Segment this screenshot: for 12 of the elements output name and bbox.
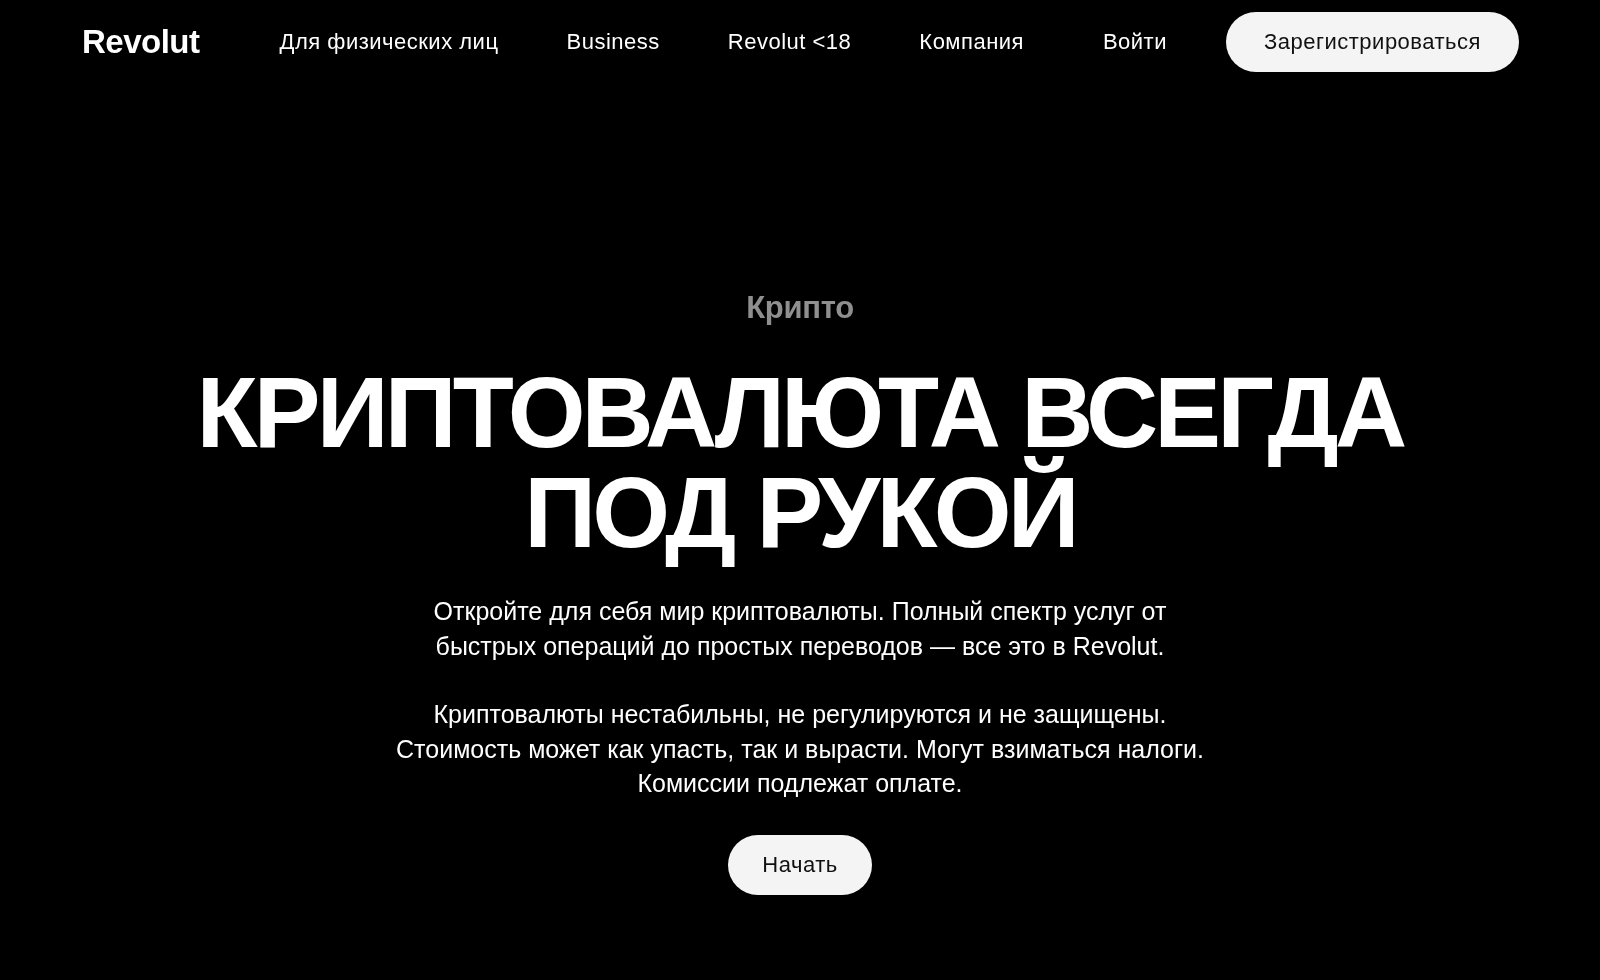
- logo[interactable]: Revolut: [82, 23, 200, 61]
- login-link[interactable]: Войти: [1102, 29, 1167, 55]
- description-text: Откройте для себя мир криптовалюты. Полный спектр услуг от быстрых операций до простых переводов — все это в Revolut.: [432, 596, 1168, 662]
- start-button[interactable]: Начать: [728, 834, 872, 895]
- section-label: Крипто: [746, 290, 854, 326]
- description-text: Криптовалюты нестабильны, не регулируются и не защищены. Стоимость может как упасть, так и вырасти. Могут взиматься налоги. Комиссии подлежат оплате.: [395, 699, 1205, 799]
- headline: КРИПТОВАЛЮТА ВСЕГДА ПОД РУКОЙ: [195, 356, 1405, 570]
- signup-button[interactable]: Зарегистрироваться: [1225, 12, 1519, 72]
- nav-link[interactable]: Компания: [919, 29, 1024, 55]
- nav-link[interactable]: Revolut <18: [727, 29, 852, 55]
- nav-link[interactable]: Для физических лиц: [279, 29, 499, 55]
- nav-link[interactable]: Business: [566, 29, 660, 55]
